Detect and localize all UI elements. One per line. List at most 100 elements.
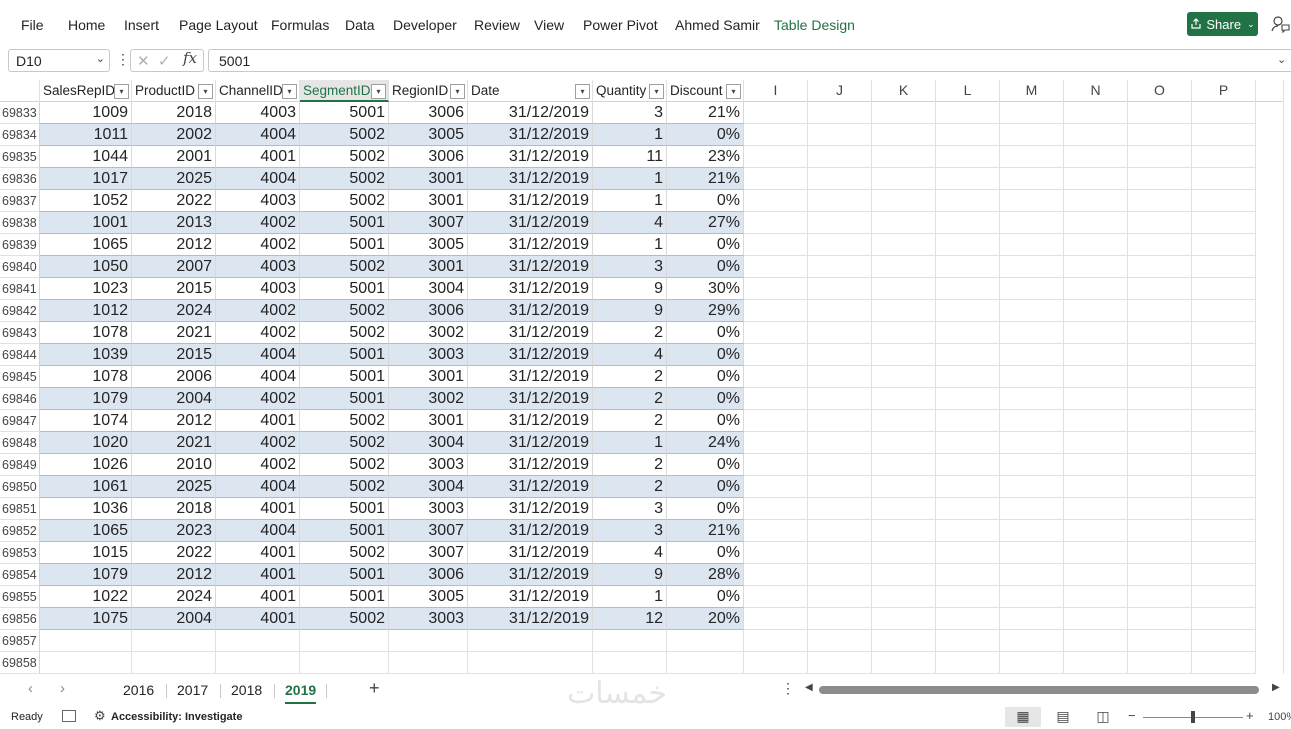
empty-cell[interactable] <box>872 234 936 256</box>
empty-cell[interactable] <box>744 366 808 388</box>
empty-cell[interactable] <box>389 652 468 674</box>
table-cell[interactable]: 4 <box>593 344 667 366</box>
empty-cell[interactable] <box>1064 300 1128 322</box>
empty-cell[interactable] <box>1000 124 1064 146</box>
empty-cell[interactable] <box>872 564 936 586</box>
table-cell[interactable]: 4004 <box>216 476 300 498</box>
table-cell[interactable]: 0% <box>667 190 744 212</box>
empty-cell[interactable] <box>1064 322 1128 344</box>
empty-cell[interactable] <box>1064 212 1128 234</box>
table-cell[interactable]: 31/12/2019 <box>468 498 593 520</box>
empty-cell[interactable] <box>1064 366 1128 388</box>
empty-cell[interactable] <box>1128 366 1192 388</box>
empty-cell[interactable] <box>1128 300 1192 322</box>
empty-cell[interactable] <box>872 542 936 564</box>
empty-cell[interactable] <box>1192 212 1256 234</box>
table-cell[interactable]: 31/12/2019 <box>468 608 593 630</box>
empty-cell[interactable] <box>667 652 744 674</box>
table-cell[interactable]: 3005 <box>389 586 468 608</box>
table-cell[interactable]: 1036 <box>40 498 132 520</box>
table-cell[interactable]: 5002 <box>300 124 389 146</box>
empty-cell[interactable] <box>872 410 936 432</box>
table-cell[interactable]: 2012 <box>132 410 216 432</box>
table-cell[interactable]: 1012 <box>40 300 132 322</box>
table-cell[interactable]: 4003 <box>216 278 300 300</box>
table-cell[interactable]: 4001 <box>216 608 300 630</box>
table-cell[interactable]: 1078 <box>40 366 132 388</box>
table-cell[interactable]: 3 <box>593 102 667 124</box>
table-cell[interactable]: 2001 <box>132 146 216 168</box>
table-cell[interactable]: 4004 <box>216 366 300 388</box>
row-number[interactable]: 69843 <box>0 322 40 344</box>
table-cell[interactable]: 3004 <box>389 278 468 300</box>
empty-cell[interactable] <box>872 520 936 542</box>
empty-cell[interactable] <box>667 630 744 652</box>
table-cell[interactable]: 1079 <box>40 388 132 410</box>
empty-cell[interactable] <box>744 564 808 586</box>
empty-cell[interactable] <box>1192 520 1256 542</box>
empty-cell[interactable] <box>872 124 936 146</box>
table-cell[interactable]: 2024 <box>132 586 216 608</box>
table-cell[interactable]: 31/12/2019 <box>468 454 593 476</box>
empty-cell[interactable] <box>872 586 936 608</box>
tab-ahmed-samir[interactable]: Ahmed Samir <box>675 17 760 33</box>
empty-cell[interactable] <box>1192 410 1256 432</box>
table-cell[interactable]: 1001 <box>40 212 132 234</box>
empty-cell[interactable] <box>1192 586 1256 608</box>
table-cell[interactable]: 0% <box>667 322 744 344</box>
empty-cell[interactable] <box>1128 168 1192 190</box>
empty-cell[interactable] <box>1000 256 1064 278</box>
table-cell[interactable]: 5001 <box>300 498 389 520</box>
empty-cell[interactable] <box>808 564 872 586</box>
row-number[interactable]: 69846 <box>0 388 40 410</box>
filter-dropdown-icon[interactable]: ▾ <box>726 84 741 99</box>
table-cell[interactable]: 3004 <box>389 476 468 498</box>
column-header-n[interactable]: N <box>1064 80 1128 102</box>
table-cell[interactable]: 31/12/2019 <box>468 564 593 586</box>
table-header-date[interactable]: Date ▾ <box>468 80 593 102</box>
table-cell[interactable]: 1020 <box>40 432 132 454</box>
empty-cell[interactable] <box>744 344 808 366</box>
empty-cell[interactable] <box>216 652 300 674</box>
column-header-k[interactable]: K <box>872 80 936 102</box>
empty-cell[interactable] <box>808 410 872 432</box>
empty-cell[interactable] <box>1064 432 1128 454</box>
table-cell[interactable]: 4004 <box>216 344 300 366</box>
empty-cell[interactable] <box>1064 630 1128 652</box>
table-cell[interactable]: 1065 <box>40 234 132 256</box>
table-cell[interactable]: 0% <box>667 410 744 432</box>
table-cell[interactable]: 5002 <box>300 476 389 498</box>
empty-cell[interactable] <box>1064 608 1128 630</box>
table-cell[interactable]: 1 <box>593 432 667 454</box>
filter-dropdown-icon[interactable]: ▾ <box>282 84 297 99</box>
empty-cell[interactable] <box>1128 652 1192 674</box>
table-cell[interactable]: 31/12/2019 <box>468 388 593 410</box>
filter-dropdown-icon[interactable]: ▾ <box>649 84 664 99</box>
table-cell[interactable]: 31/12/2019 <box>468 476 593 498</box>
empty-cell[interactable] <box>132 630 216 652</box>
row-number[interactable]: 69845 <box>0 366 40 388</box>
row-number[interactable]: 69835 <box>0 146 40 168</box>
empty-cell[interactable] <box>744 476 808 498</box>
empty-cell[interactable] <box>1000 278 1064 300</box>
table-cell[interactable]: 9 <box>593 564 667 586</box>
empty-cell[interactable] <box>808 344 872 366</box>
table-cell[interactable]: 3003 <box>389 498 468 520</box>
empty-cell[interactable] <box>936 102 1000 124</box>
select-all-corner[interactable] <box>0 80 40 102</box>
table-cell[interactable]: 4004 <box>216 124 300 146</box>
empty-cell[interactable] <box>1000 322 1064 344</box>
empty-cell[interactable] <box>744 542 808 564</box>
empty-cell[interactable] <box>744 190 808 212</box>
empty-cell[interactable] <box>1192 344 1256 366</box>
table-cell[interactable]: 0% <box>667 498 744 520</box>
row-number[interactable]: 69840 <box>0 256 40 278</box>
empty-cell[interactable] <box>936 190 1000 212</box>
table-cell[interactable]: 0% <box>667 542 744 564</box>
table-cell[interactable]: 3007 <box>389 542 468 564</box>
table-cell[interactable]: 2002 <box>132 124 216 146</box>
row-number[interactable]: 69847 <box>0 410 40 432</box>
column-header-i[interactable]: I <box>744 80 808 102</box>
empty-cell[interactable] <box>936 256 1000 278</box>
tab-insert[interactable]: Insert <box>124 17 159 33</box>
